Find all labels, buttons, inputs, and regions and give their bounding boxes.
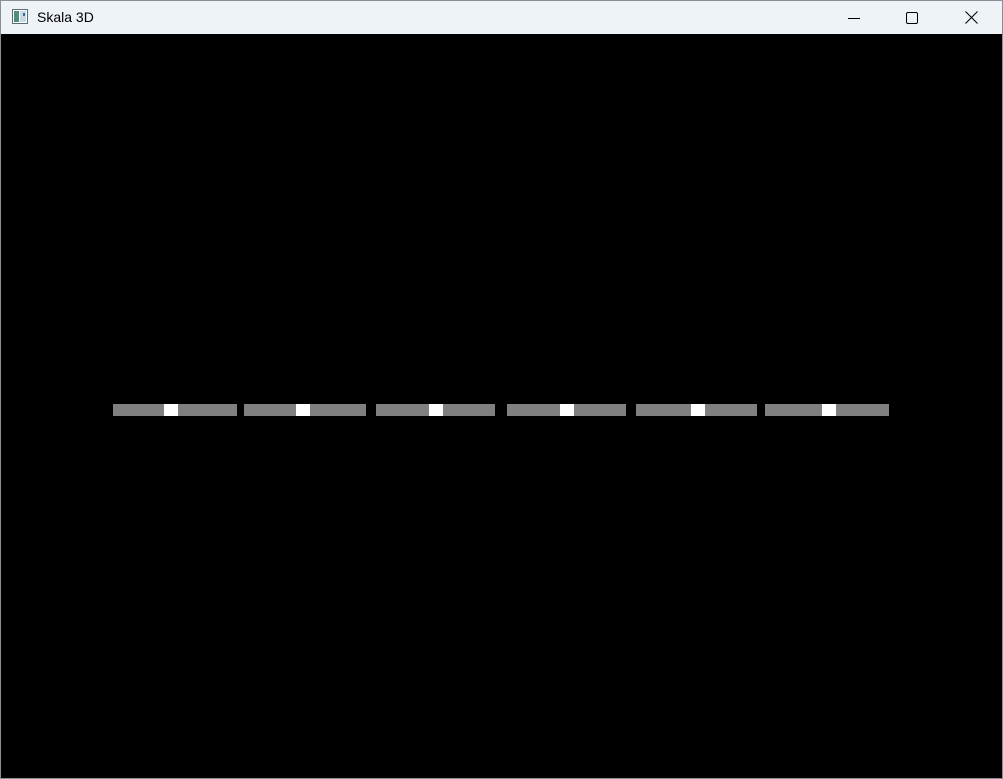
slider-2[interactable]	[244, 404, 366, 416]
slider-thumb[interactable]	[296, 404, 310, 416]
slider-4[interactable]	[507, 404, 626, 416]
title-bar[interactable]: Skala 3D	[1, 1, 1002, 34]
minimize-button[interactable]	[825, 1, 883, 34]
slider-thumb[interactable]	[164, 404, 178, 416]
slider-thumb[interactable]	[429, 404, 443, 416]
app-window: Skala 3D	[0, 0, 1003, 779]
app-window-icon	[12, 9, 28, 24]
slider-thumb[interactable]	[822, 404, 836, 416]
close-button[interactable]	[942, 1, 1000, 34]
slider-thumb[interactable]	[560, 404, 574, 416]
maximize-button[interactable]	[883, 1, 941, 34]
close-icon	[964, 11, 978, 24]
render-canvas[interactable]	[1, 34, 1002, 778]
slider-6[interactable]	[765, 404, 889, 416]
maximize-icon	[906, 11, 918, 24]
window-title: Skala 3D	[37, 9, 94, 25]
slider-5[interactable]	[636, 404, 757, 416]
minimize-icon	[848, 12, 860, 24]
slider-thumb[interactable]	[691, 404, 705, 416]
slider-3[interactable]	[376, 404, 495, 416]
slider-1[interactable]	[113, 404, 237, 416]
